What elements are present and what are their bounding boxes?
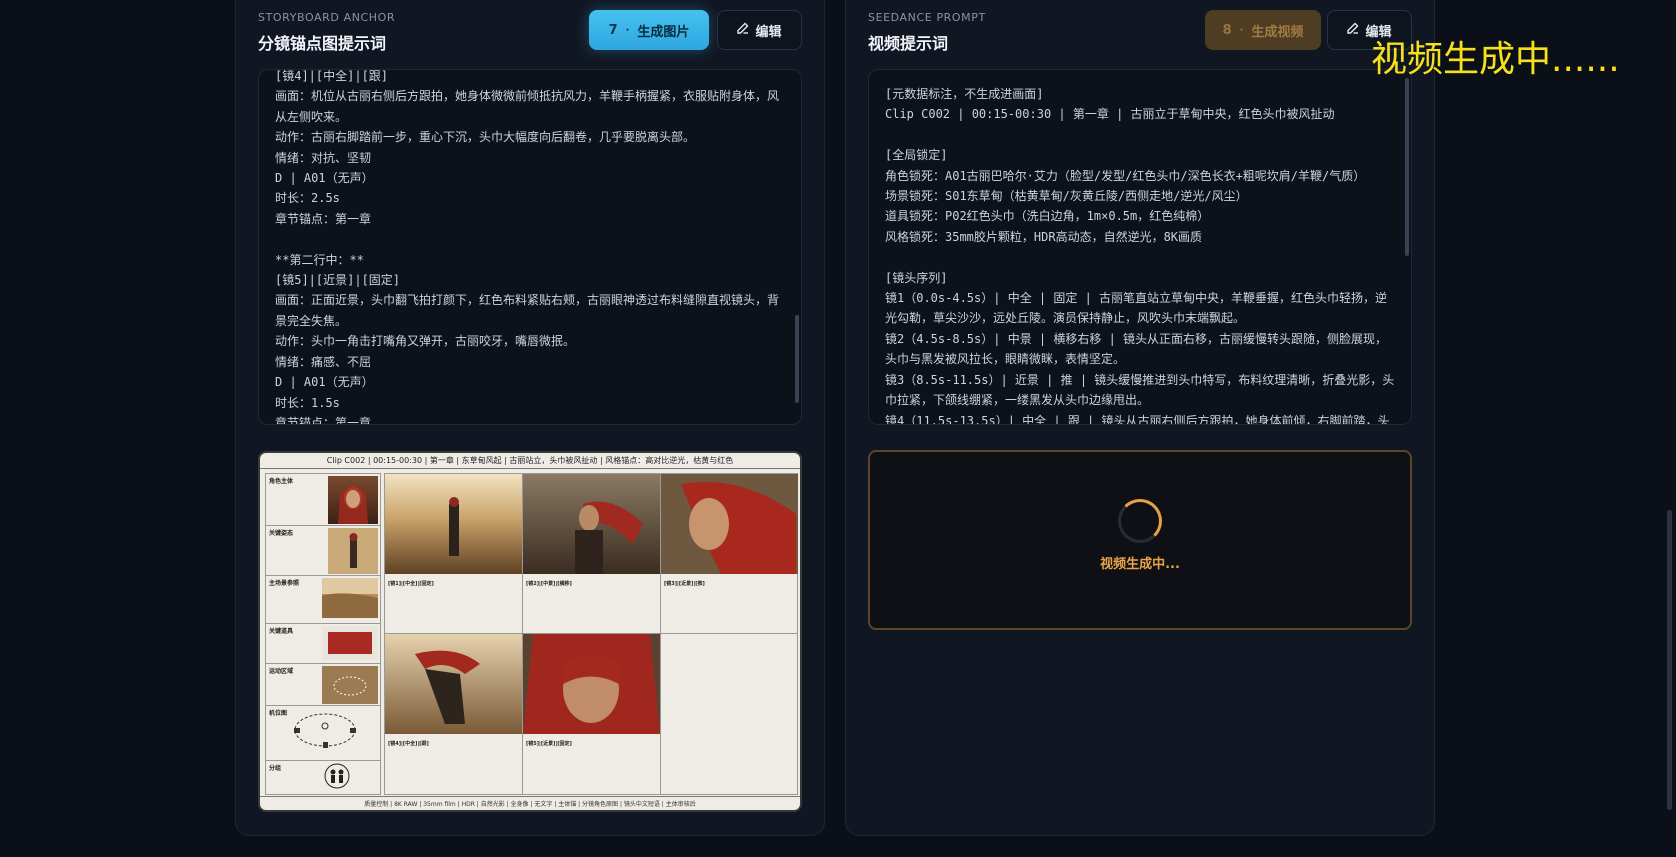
- reference-label: 分组: [269, 765, 282, 772]
- shot-caption: [镜4]|[中全]|[跟]: [385, 738, 522, 750]
- generate-video-button[interactable]: 8 · 生成视频: [1205, 10, 1321, 50]
- shot-image: [385, 474, 522, 574]
- video-preview-area: 视频生成中...: [868, 450, 1412, 630]
- generate-image-button[interactable]: 7 · 生成图片: [589, 10, 709, 50]
- step-number: 8: [1222, 22, 1232, 38]
- panel-header: SEEDANCE PROMPT 视频提示词: [868, 11, 986, 54]
- shot-caption: [镜5]|[近景]|[固定]: [523, 738, 660, 750]
- shot-caption: [镜2]|[中景]|[横移]: [523, 578, 660, 590]
- group-icon: [324, 763, 350, 789]
- panel-title: 视频提示词: [868, 34, 949, 53]
- shot-label: [镜2]|[中景]|[横移]: [526, 581, 572, 587]
- reference-row: 运动区域: [266, 664, 380, 706]
- loading-spinner-icon: [1118, 498, 1162, 543]
- shot-cell: [镜3]|[近景]|[推]: [661, 474, 798, 634]
- shot-cell: [镜2]|[中景]|[横移]: [523, 474, 661, 634]
- storyboard-shot-grid: [镜1]|[中全]|[固定] [镜2]|[中景]|[横移] [镜3]|[近景]|…: [384, 473, 798, 795]
- storyboard-header: Clip C002 | 00:15-00:30 | 第一章 | 东草甸风起 | …: [260, 453, 800, 469]
- generate-image-label: 生成图片: [637, 24, 690, 40]
- empty-shot-cell: [661, 634, 798, 794]
- generating-overlay-text: 视频生成中......: [1371, 39, 1620, 80]
- shot-image: [523, 634, 660, 734]
- reference-row: 关键道具: [266, 624, 380, 664]
- reference-row: 分组: [266, 761, 380, 794]
- scene-thumbnail: [322, 578, 378, 618]
- panel-title: 分镜锚点图提示词: [258, 34, 387, 53]
- character-portrait: [328, 476, 378, 524]
- textarea-scrollbar[interactable]: [795, 315, 799, 403]
- shot-caption: [镜1]|[中全]|[固定]: [385, 578, 522, 590]
- step-dot: ·: [1239, 24, 1244, 36]
- reference-row: 机位图: [266, 706, 380, 761]
- storyboard-anchor-panel: STORYBOARD ANCHOR 分镜锚点图提示词 7 · 生成图片 编辑 [镜…: [235, 0, 825, 836]
- storyboard-reference-column: 角色主体 关键姿态 主场景参照 关键道具 运动区域 机位图 分组: [265, 473, 381, 795]
- video-prompt-textarea[interactable]: [元数据标注，不生成进画面] Clip C002 | 00:15-00:30 |…: [868, 69, 1412, 425]
- shot-image: [661, 474, 798, 574]
- shot-label: [镜5]|[近景]|[固定]: [526, 741, 572, 747]
- storyboard-prompt-textarea[interactable]: [镜4]|[中全]|[跟] 画面：机位从古丽右侧后方跟拍，她身体微微前倾抵抗风力…: [258, 69, 802, 425]
- panel-header: STORYBOARD ANCHOR 分镜锚点图提示词: [258, 11, 395, 54]
- shot-label: [镜4]|[中全]|[跟]: [388, 741, 429, 747]
- step-dot: ·: [625, 24, 630, 36]
- video-prompt-text: [元数据标注，不生成进画面] Clip C002 | 00:15-00:30 |…: [885, 87, 1395, 425]
- generate-video-label: 生成视频: [1251, 24, 1304, 40]
- panel-eyebrow: SEEDANCE PROMPT: [868, 11, 986, 24]
- edit-label: 编辑: [755, 24, 782, 40]
- reference-row: 角色主体: [266, 474, 380, 526]
- page-scrollbar[interactable]: [1667, 510, 1672, 810]
- panel-eyebrow: STORYBOARD ANCHOR: [258, 11, 396, 24]
- shot-label: [镜1]|[中全]|[固定]: [388, 581, 434, 587]
- edit-icon: [737, 22, 749, 38]
- camera-diagram: [294, 713, 356, 748]
- shot-label: [镜3]|[近景]|[推]: [664, 581, 705, 587]
- reference-row: 关键姿态: [266, 526, 380, 576]
- storyboard-prompt-text: [镜4]|[中全]|[跟] 画面：机位从古丽右侧后方跟拍，她身体微微前倾抵抗风力…: [275, 69, 780, 425]
- pose-thumbnail: [328, 528, 378, 574]
- shot-caption: [镜3]|[近景]|[推]: [661, 578, 798, 590]
- step-number: 7: [608, 22, 618, 38]
- shot-cell: [镜5]|[近景]|[固定]: [523, 634, 661, 794]
- shot-image: [523, 474, 660, 574]
- textarea-scrollbar[interactable]: [1405, 78, 1409, 256]
- storyboard-footer: 质量控制 | 8K RAW | 35mm film | HDR | 自然光影 |…: [260, 796, 800, 810]
- edit-storyboard-button[interactable]: 编辑: [717, 10, 802, 50]
- shot-cell: [镜1]|[中全]|[固定]: [385, 474, 523, 634]
- area-thumbnail: [322, 666, 378, 704]
- shot-cell: [镜4]|[中全]|[跟]: [385, 634, 523, 794]
- storyboard-image[interactable]: Clip C002 | 00:15-00:30 | 第一章 | 东草甸风起 | …: [258, 451, 802, 812]
- seedance-prompt-panel: SEEDANCE PROMPT 视频提示词 8 · 生成视频 编辑 [元数据标注，…: [845, 0, 1435, 836]
- prop-thumbnail: [322, 626, 378, 660]
- reference-row: 主场景参照: [266, 576, 380, 624]
- shot-image: [385, 634, 522, 734]
- video-status-text: 视频生成中...: [1100, 556, 1180, 572]
- edit-icon: [1347, 22, 1359, 38]
